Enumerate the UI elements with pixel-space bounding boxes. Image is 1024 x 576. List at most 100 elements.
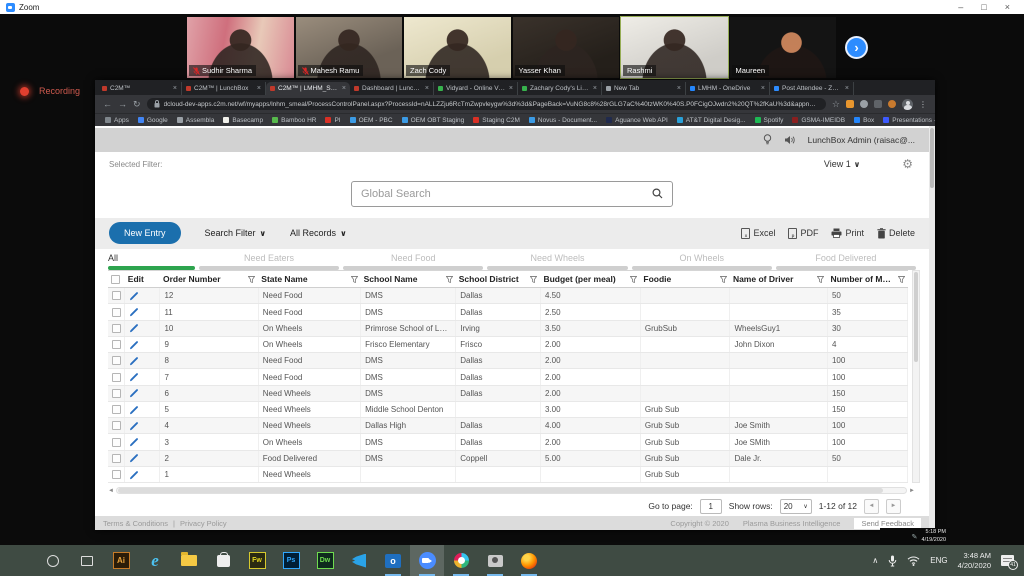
column-header[interactable]: School Name — [361, 271, 456, 288]
browser-tab[interactable]: Post Attendee - Zoom × — [770, 82, 854, 95]
taskbar-app-icon[interactable] — [410, 545, 444, 576]
browser-tab[interactable]: C2M™ | LMHM_SMeal × — [266, 82, 350, 95]
wifi-icon[interactable] — [907, 556, 920, 566]
edit-pencil-icon[interactable] — [129, 307, 139, 317]
microphone-icon[interactable] — [888, 555, 897, 567]
taskbar-app-icon[interactable] — [444, 545, 478, 576]
new-entry-button[interactable]: New Entry — [109, 222, 181, 244]
page-number-input[interactable]: 1 — [700, 499, 722, 514]
filter-funnel-icon[interactable] — [817, 276, 824, 283]
scrollbar-thumb[interactable] — [118, 488, 883, 493]
profile-avatar[interactable] — [902, 99, 913, 110]
bookmark-item[interactable]: AT&T Digital Desig... — [677, 117, 746, 124]
column-header[interactable]: School District — [456, 271, 541, 288]
row-checkbox[interactable] — [112, 291, 121, 300]
browser-menu-icon[interactable]: ⋮ — [919, 100, 927, 109]
row-checkbox[interactable] — [112, 421, 121, 430]
column-header[interactable]: Edit — [125, 271, 160, 288]
address-bar[interactable]: dcloud-dev-apps.c2m.net/wf/myapps/lnhm_s… — [147, 98, 826, 110]
edit-pencil-icon[interactable] — [129, 372, 139, 382]
taskbar-app-icon[interactable] — [36, 545, 70, 576]
status-tab[interactable]: Need Wheels — [487, 249, 627, 270]
bookmark-item[interactable]: Aguance Web API — [606, 117, 668, 124]
edit-pencil-icon[interactable] — [129, 405, 139, 415]
tab-close-icon[interactable]: × — [425, 85, 429, 92]
bookmark-item[interactable]: Basecamp — [223, 117, 263, 124]
filter-funnel-icon[interactable] — [248, 276, 255, 283]
search-icon[interactable] — [652, 188, 663, 199]
privacy-link[interactable]: Privacy Policy — [180, 519, 227, 528]
export-excel-button[interactable]: x Excel — [741, 228, 775, 239]
edit-pencil-icon[interactable] — [129, 340, 139, 350]
browser-tab[interactable]: Vidyard - Online Video × — [434, 82, 518, 95]
browser-tab[interactable]: Dashboard | Lunchbox × — [350, 82, 434, 95]
delete-button[interactable]: Delete — [877, 228, 915, 239]
taskbar-app-icon[interactable] — [512, 545, 546, 576]
horizontal-scrollbar[interactable]: ◄ ► — [108, 485, 915, 496]
table-scrollbar[interactable] — [912, 270, 920, 483]
taskbar-app-icon[interactable]: Dw — [308, 545, 342, 576]
bookmark-item[interactable]: OEM - PBC — [350, 117, 393, 124]
bookmark-item[interactable]: Novus - Document... — [529, 117, 597, 124]
edit-pencil-icon[interactable] — [129, 323, 139, 333]
select-all-checkbox[interactable] — [111, 275, 120, 284]
edit-pencil-icon[interactable] — [129, 421, 139, 431]
taskbar-app-icon[interactable]: Ps — [274, 545, 308, 576]
filter-funnel-icon[interactable] — [446, 276, 453, 283]
filter-funnel-icon[interactable] — [630, 276, 637, 283]
notification-center-icon[interactable]: 41 — [1001, 555, 1014, 566]
rows-per-page-select[interactable]: 20 ∨ — [780, 499, 812, 514]
edit-pencil-icon[interactable] — [129, 470, 139, 480]
edit-pencil-icon[interactable] — [129, 356, 139, 366]
export-pdf-button[interactable]: p PDF — [788, 228, 818, 239]
bookmark-item[interactable]: Staging C2M — [473, 117, 520, 124]
extension-icon[interactable] — [860, 100, 868, 108]
browser-tab[interactable]: C2M™ | LunchBox × — [182, 82, 266, 95]
row-checkbox[interactable] — [112, 405, 121, 414]
status-tab[interactable]: Need Eaters — [199, 249, 339, 270]
reload-icon[interactable]: ↻ — [133, 99, 141, 110]
browser-tab[interactable]: LMHM - OneDrive × — [686, 82, 770, 95]
close-icon[interactable]: × — [1005, 2, 1010, 12]
filter-funnel-icon[interactable] — [898, 276, 905, 283]
column-header[interactable]: Number of Meals — [827, 271, 907, 288]
edit-pencil-icon[interactable] — [129, 437, 139, 447]
tab-close-icon[interactable]: × — [173, 85, 177, 92]
forward-icon[interactable]: → — [118, 99, 127, 109]
status-tab[interactable]: Need Food — [343, 249, 483, 270]
bookmark-item[interactable]: Spotify — [755, 117, 784, 124]
taskbar-app-icon[interactable]: e — [138, 545, 172, 576]
maximize-icon[interactable]: □ — [981, 2, 986, 12]
terms-link[interactable]: Terms & Conditions — [103, 519, 168, 528]
row-checkbox[interactable] — [112, 324, 121, 333]
taskbar-app-icon[interactable] — [342, 545, 376, 576]
tray-expand-icon[interactable]: ∧ — [872, 556, 878, 565]
search-filter-dropdown[interactable]: Search Filter ∨ — [205, 228, 267, 238]
row-checkbox[interactable] — [112, 340, 121, 349]
row-checkbox[interactable] — [112, 470, 121, 479]
row-checkbox[interactable] — [112, 438, 121, 447]
row-checkbox[interactable] — [112, 373, 121, 382]
status-tab[interactable]: Food Delivered — [776, 249, 916, 270]
bookmark-item[interactable]: PI — [325, 117, 340, 124]
taskbar-app-icon[interactable] — [70, 545, 104, 576]
global-search-input[interactable]: Global Search — [351, 181, 673, 207]
bookmark-item[interactable]: Google — [138, 117, 168, 124]
column-header[interactable]: Foodie — [640, 271, 730, 288]
lightbulb-icon[interactable] — [763, 134, 772, 146]
bookmark-item[interactable]: OEM OBT Staging — [402, 117, 465, 124]
bookmark-star-icon[interactable]: ☆ — [832, 99, 840, 110]
column-header[interactable]: Name of Driver — [730, 271, 828, 288]
taskbar-clock[interactable]: 3:48 AM 4/20/2020 — [958, 551, 991, 570]
bookmark-item[interactable]: Bamboo HR — [272, 117, 316, 124]
bookmark-item[interactable]: GSMA-IMEIDB — [792, 117, 845, 124]
tab-close-icon[interactable]: × — [761, 85, 765, 92]
status-tab[interactable]: All — [108, 249, 195, 270]
back-icon[interactable]: ← — [103, 99, 112, 109]
bookmark-item[interactable]: Presentations - Dro... — [883, 117, 935, 124]
browser-tab[interactable]: New Tab × — [602, 82, 686, 95]
status-tab[interactable]: On Wheels — [632, 249, 772, 270]
bookmark-item[interactable]: Apps — [105, 117, 129, 124]
bookmark-item[interactable]: Box — [854, 117, 874, 124]
gear-icon[interactable]: ⚙ — [902, 158, 913, 170]
